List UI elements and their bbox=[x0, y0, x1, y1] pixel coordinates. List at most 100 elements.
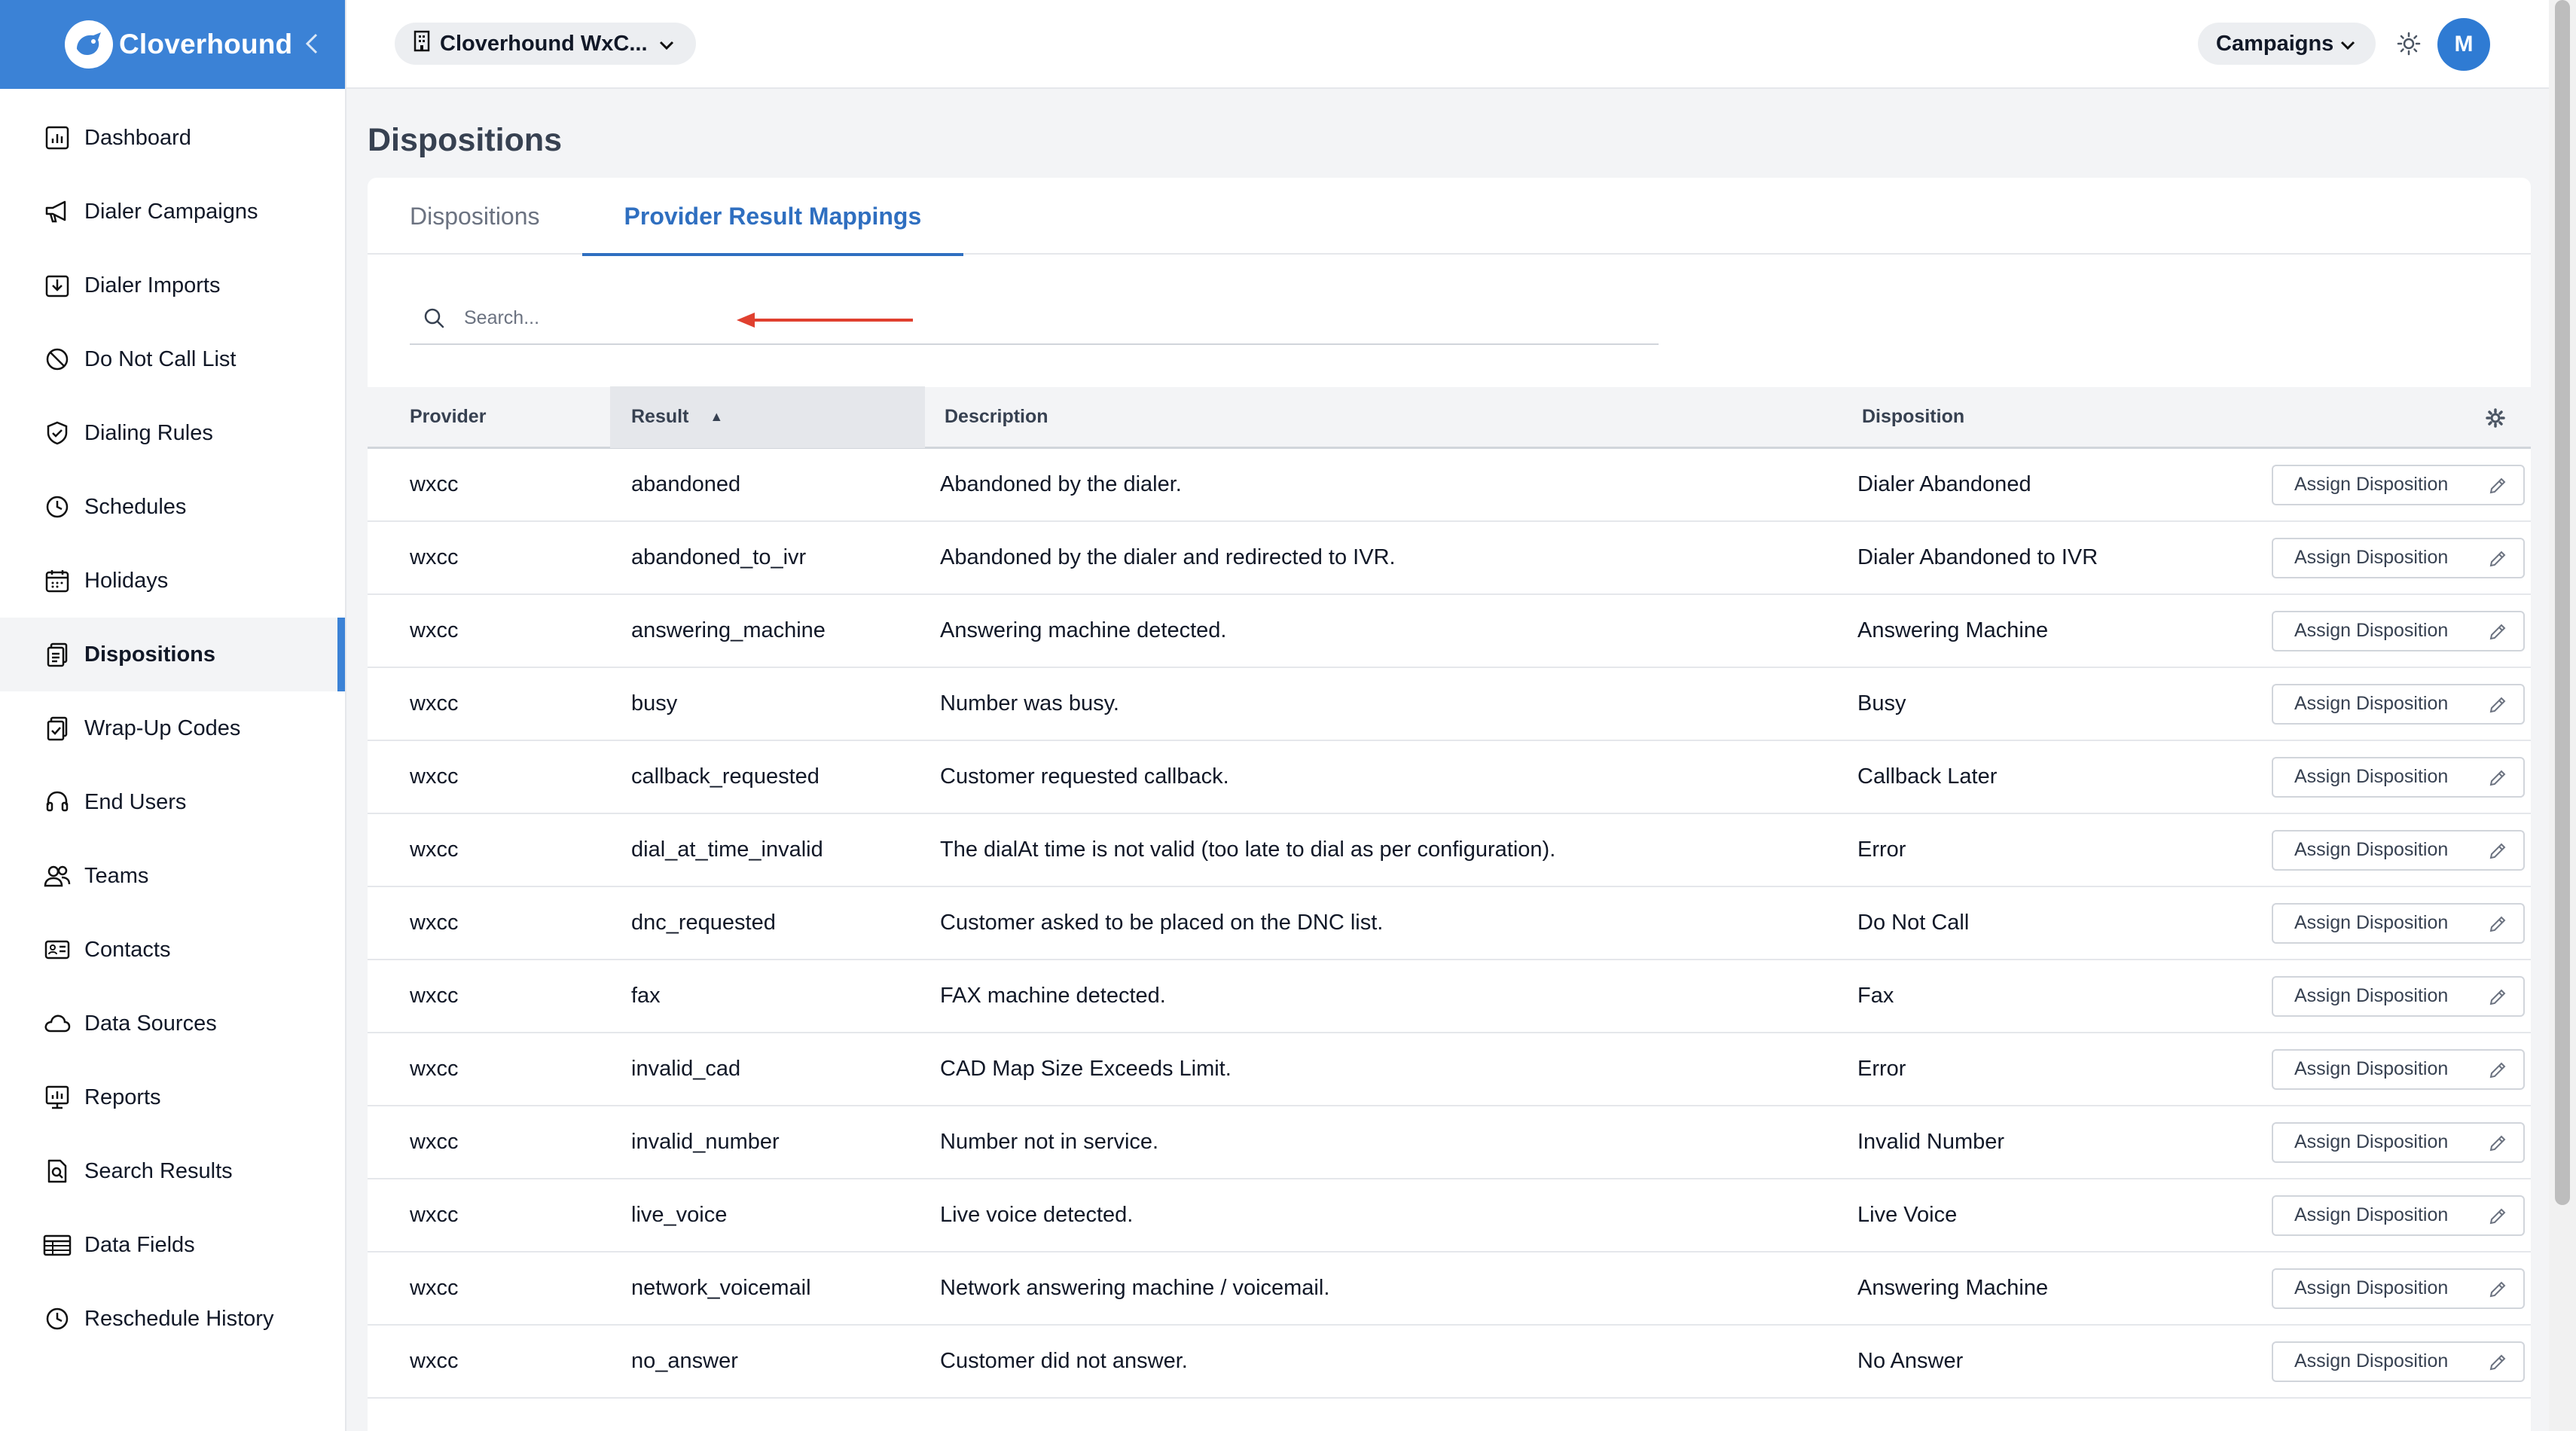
cell-description: Abandoned by the dialer and redirected t… bbox=[940, 545, 1396, 569]
sidebar-item-holidays[interactable]: Holidays bbox=[0, 544, 345, 618]
search-bar bbox=[410, 292, 1659, 345]
page-title: Dispositions bbox=[368, 122, 563, 158]
assign-disposition-button[interactable]: Assign Disposition bbox=[2272, 683, 2525, 725]
cell-description: CAD Map Size Exceeds Limit. bbox=[940, 1057, 1232, 1081]
assign-disposition-button[interactable]: Assign Disposition bbox=[2272, 610, 2525, 651]
campaigns-select[interactable]: Campaigns bbox=[2198, 23, 2376, 65]
sidebar-item-contacts[interactable]: Contacts bbox=[0, 913, 345, 987]
sun-icon bbox=[2397, 32, 2421, 56]
cell-result: invalid_number bbox=[631, 1130, 780, 1154]
shield-icon bbox=[42, 418, 72, 448]
cell-result: dial_at_time_invalid bbox=[631, 838, 823, 862]
cell-actions: Assign Disposition bbox=[2252, 1048, 2531, 1090]
assign-disposition-button[interactable]: Assign Disposition bbox=[2272, 1048, 2525, 1090]
table-row: wxcc invalid_cad CAD Map Size Exceeds Li… bbox=[368, 1033, 2531, 1106]
sidebar-item-label: Do Not Call List bbox=[84, 346, 237, 371]
cell-result: no_answer bbox=[631, 1349, 738, 1373]
sidebar-item-end-users[interactable]: End Users bbox=[0, 765, 345, 839]
assign-disposition-button[interactable]: Assign Disposition bbox=[2272, 829, 2525, 871]
tabs: Dispositions Provider Result Mappings bbox=[368, 178, 2531, 256]
cell-actions: Assign Disposition bbox=[2252, 829, 2531, 871]
sidebar-item-dashboard[interactable]: Dashboard bbox=[0, 101, 345, 175]
assign-disposition-button[interactable]: Assign Disposition bbox=[2272, 756, 2525, 798]
cell-actions: Assign Disposition bbox=[2252, 610, 2531, 651]
cell-provider: wxcc bbox=[410, 691, 459, 716]
theme-toggle-button[interactable] bbox=[2394, 29, 2424, 59]
assign-disposition-button[interactable]: Assign Disposition bbox=[2272, 464, 2525, 505]
cell-actions: Assign Disposition bbox=[2252, 683, 2531, 725]
column-header-disposition[interactable]: Disposition bbox=[1842, 386, 2252, 448]
sidebar-item-schedules[interactable]: Schedules bbox=[0, 470, 345, 544]
scrollbar-thumb[interactable] bbox=[2555, 0, 2570, 1205]
sidebar-item-teams[interactable]: Teams bbox=[0, 839, 345, 913]
sidebar-item-wrap-up-codes[interactable]: Wrap-Up Codes bbox=[0, 691, 345, 765]
organization-select[interactable]: Cloverhound WxC... bbox=[395, 23, 696, 65]
assign-disposition-label: Assign Disposition bbox=[2294, 620, 2449, 641]
assign-disposition-button[interactable]: Assign Disposition bbox=[2272, 1268, 2525, 1309]
cell-disposition: Answering Machine bbox=[1857, 618, 2049, 642]
cell-provider: wxcc bbox=[410, 984, 459, 1008]
tab-dispositions[interactable]: Dispositions bbox=[410, 178, 540, 255]
sidebar-item-dialing-rules[interactable]: Dialing Rules bbox=[0, 396, 345, 470]
sidebar-item-label: Reschedule History bbox=[84, 1306, 274, 1331]
sidebar-item-label: Teams bbox=[84, 863, 149, 888]
tab-provider-result-mappings[interactable]: Provider Result Mappings bbox=[581, 178, 964, 256]
pencil-icon bbox=[2489, 624, 2506, 639]
sidebar-item-search-results[interactable]: Search Results bbox=[0, 1134, 345, 1208]
sidebar-item-label: Wrap-Up Codes bbox=[84, 716, 241, 740]
assign-disposition-label: Assign Disposition bbox=[2294, 693, 2449, 714]
sidebar-item-dispositions[interactable]: Dispositions bbox=[0, 618, 345, 691]
cell-disposition: No Answer bbox=[1857, 1349, 1964, 1373]
table-icon bbox=[42, 1230, 72, 1260]
chevron-down-icon bbox=[658, 32, 675, 56]
table-body: wxcc abandoned Abandoned by the dialer. … bbox=[368, 449, 2531, 1399]
sidebar-item-reschedule-history[interactable]: Reschedule History bbox=[0, 1282, 345, 1356]
column-header-description[interactable]: Description bbox=[925, 386, 1842, 448]
cell-description: Network answering machine / voicemail. bbox=[940, 1276, 1330, 1300]
sidebar-item-data-sources[interactable]: Data Sources bbox=[0, 987, 345, 1060]
sidebar-item-data-fields[interactable]: Data Fields bbox=[0, 1208, 345, 1282]
sort-ascending-icon: ▲ bbox=[710, 409, 724, 424]
assign-disposition-button[interactable]: Assign Disposition bbox=[2272, 1121, 2525, 1163]
assign-disposition-button[interactable]: Assign Disposition bbox=[2272, 975, 2525, 1017]
column-header-provider[interactable]: Provider bbox=[368, 386, 610, 448]
cell-provider: wxcc bbox=[410, 1130, 459, 1154]
assign-disposition-label: Assign Disposition bbox=[2294, 766, 2449, 787]
assign-disposition-label: Assign Disposition bbox=[2294, 1350, 2449, 1372]
assign-disposition-button[interactable]: Assign Disposition bbox=[2272, 902, 2525, 944]
sidebar-item-label: End Users bbox=[84, 789, 187, 814]
sidebar-item-dialer-imports[interactable]: Dialer Imports bbox=[0, 249, 345, 322]
assign-disposition-button[interactable]: Assign Disposition bbox=[2272, 1195, 2525, 1236]
pencil-icon bbox=[2489, 1354, 2506, 1370]
user-avatar[interactable]: M bbox=[2437, 18, 2490, 71]
column-header-result[interactable]: Result ▲ bbox=[610, 386, 925, 448]
pencil-icon bbox=[2489, 1281, 2506, 1297]
cell-description: Live voice detected. bbox=[940, 1203, 1134, 1227]
cell-result: invalid_cad bbox=[631, 1057, 741, 1081]
cell-disposition: Dialer Abandoned bbox=[1857, 472, 2031, 496]
cell-disposition: Live Voice bbox=[1857, 1203, 1958, 1227]
sidebar-item-do-not-call-list[interactable]: Do Not Call List bbox=[0, 322, 345, 396]
table-row: wxcc no_answer Customer did not answer. … bbox=[368, 1326, 2531, 1399]
table-row: wxcc abandoned_to_ivr Abandoned by the d… bbox=[368, 522, 2531, 595]
sidebar-item-reports[interactable]: Reports bbox=[0, 1060, 345, 1134]
cell-disposition: Invalid Number bbox=[1857, 1130, 2005, 1154]
table-row: wxcc network_voicemail Network answering… bbox=[368, 1253, 2531, 1326]
table-row: wxcc fax FAX machine detected. Fax Assig… bbox=[368, 960, 2531, 1033]
sidebar-item-dialer-campaigns[interactable]: Dialer Campaigns bbox=[0, 175, 345, 249]
top-bar: Cloverhound WxC... Campaigns M bbox=[346, 0, 2549, 89]
assign-disposition-label: Assign Disposition bbox=[2294, 985, 2449, 1006]
cell-provider: wxcc bbox=[410, 1276, 459, 1300]
assign-disposition-button[interactable]: Assign Disposition bbox=[2272, 1341, 2525, 1382]
cell-description: Number not in service. bbox=[940, 1130, 1159, 1154]
collapse-sidebar-button[interactable] bbox=[297, 29, 327, 59]
assign-disposition-button[interactable]: Assign Disposition bbox=[2272, 537, 2525, 578]
page-scrollbar[interactable] bbox=[2549, 0, 2576, 1431]
sidebar-item-label: Search Results bbox=[84, 1158, 233, 1183]
search-input[interactable] bbox=[464, 307, 1594, 329]
cell-description: FAX machine detected. bbox=[940, 984, 1166, 1008]
sidebar-item-label: Reports bbox=[84, 1085, 161, 1109]
cell-actions: Assign Disposition bbox=[2252, 1341, 2531, 1382]
table-settings-button[interactable] bbox=[2481, 404, 2510, 432]
cell-actions: Assign Disposition bbox=[2252, 975, 2531, 1017]
